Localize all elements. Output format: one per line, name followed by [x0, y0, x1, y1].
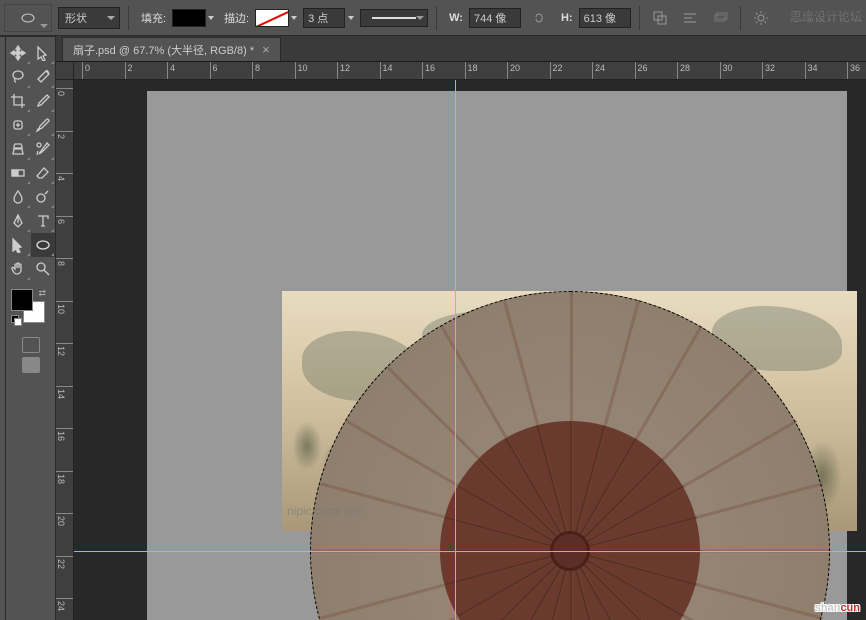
gradient-tool[interactable] — [6, 161, 31, 185]
document-tab-bar: 扇子.psd @ 67.7% (大半径, RGB/8) * × — [56, 36, 866, 62]
ellipse-tool[interactable] — [31, 233, 56, 257]
healing-brush-tool[interactable] — [6, 113, 31, 137]
crop-tool[interactable] — [6, 89, 31, 113]
shancun-logo: shancun — [815, 595, 860, 616]
vertical-ruler[interactable]: 02468101214161820222426 — [56, 80, 74, 620]
standard-mode-button[interactable] — [22, 337, 40, 353]
align-icon[interactable] — [678, 6, 702, 30]
foreground-color[interactable] — [11, 289, 33, 311]
horizontal-ruler[interactable]: 024681012141618202224262830323436 — [74, 62, 866, 80]
options-bar: 形状 填充: 描边: 3 点 W: 744 像 H: 613 像 思缘设计论坛 … — [0, 0, 866, 36]
image-watermark: nipic.com/ son — [287, 504, 364, 518]
blur-tool[interactable] — [6, 185, 31, 209]
path-select-tool[interactable] — [6, 233, 31, 257]
tab-title: 扇子.psd @ 67.7% (大半径, RGB/8) * — [73, 42, 254, 58]
eyedropper-tool[interactable] — [31, 89, 56, 113]
color-swatches[interactable]: ⇄ — [11, 289, 45, 323]
watermark-url: WWW.MISSYUAN.COM — [764, 10, 862, 20]
quickmask-mode-button[interactable] — [22, 357, 40, 373]
quick-mask-toggle — [6, 337, 55, 373]
canvas-viewport[interactable]: nipic.com/ son shancun — [74, 80, 866, 620]
separator — [128, 6, 129, 30]
separator — [436, 6, 437, 30]
brush-tool[interactable] — [31, 113, 56, 137]
document-tab[interactable]: 扇子.psd @ 67.7% (大半径, RGB/8) * × — [62, 37, 281, 61]
separator — [639, 6, 640, 30]
pen-tool[interactable] — [6, 209, 31, 233]
path-ops-icon[interactable] — [648, 6, 672, 30]
fill-swatch[interactable] — [172, 9, 214, 27]
tool-preset-picker[interactable] — [4, 4, 52, 32]
direct-select-tool[interactable] — [31, 41, 56, 65]
stroke-color-swatch — [255, 9, 289, 27]
tools-panel: ⇄ — [6, 36, 56, 620]
magic-wand-tool[interactable] — [31, 65, 56, 89]
stroke-swatch[interactable] — [255, 9, 297, 27]
move-tool[interactable] — [6, 41, 31, 65]
ruler-origin[interactable] — [56, 62, 74, 80]
stroke-label: 描边: — [224, 10, 249, 26]
eraser-tool[interactable] — [31, 161, 56, 185]
vertical-guide[interactable] — [455, 80, 456, 620]
fill-color-swatch — [172, 9, 206, 27]
lasso-tool[interactable] — [6, 65, 31, 89]
default-colors-icon[interactable] — [11, 315, 21, 325]
fill-label: 填充: — [141, 10, 166, 26]
swap-colors-icon[interactable]: ⇄ — [38, 288, 46, 299]
zoom-tool[interactable] — [31, 257, 56, 281]
hand-tool[interactable] — [6, 257, 31, 281]
link-wh-icon[interactable] — [527, 6, 551, 30]
stroke-width-input[interactable]: 3 点 — [303, 8, 345, 28]
clone-stamp-tool[interactable] — [6, 137, 31, 161]
shape-mode-label: 形状 — [65, 10, 87, 26]
height-label: H: — [561, 12, 573, 24]
stroke-style-select[interactable] — [360, 9, 428, 27]
history-brush-tool[interactable] — [31, 137, 56, 161]
height-input[interactable]: 613 像 — [579, 8, 631, 28]
type-tool[interactable] — [31, 209, 56, 233]
document-canvas[interactable]: nipic.com/ son — [147, 91, 847, 620]
dodge-tool[interactable] — [31, 185, 56, 209]
width-input[interactable]: 744 像 — [469, 8, 521, 28]
horizontal-guide[interactable] — [74, 551, 866, 552]
separator — [740, 6, 741, 30]
arrange-icon[interactable] — [708, 6, 732, 30]
width-label: W: — [449, 12, 463, 24]
close-icon[interactable]: × — [262, 42, 270, 57]
workspace: 扇子.psd @ 67.7% (大半径, RGB/8) * × 02468101… — [56, 36, 866, 620]
shape-mode-select[interactable]: 形状 — [58, 7, 120, 29]
